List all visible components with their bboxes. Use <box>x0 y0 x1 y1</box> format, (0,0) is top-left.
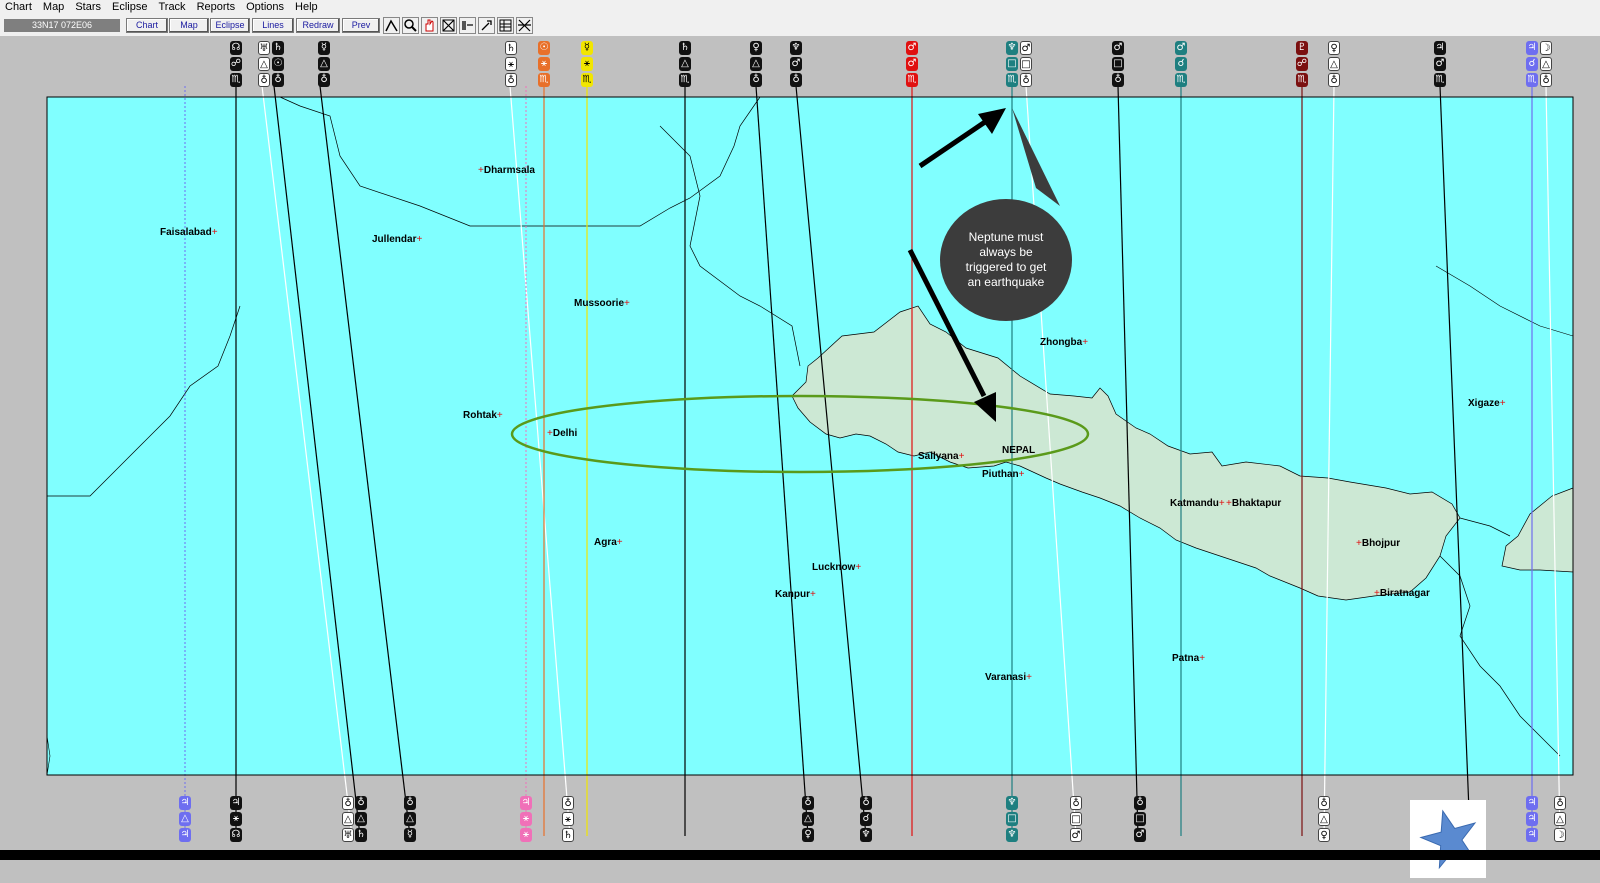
menu-help[interactable]: Help <box>290 0 324 14</box>
crossing-icon[interactable] <box>440 17 457 34</box>
scale-icon[interactable] <box>459 17 476 34</box>
menu-stars[interactable]: Stars <box>70 0 107 14</box>
city-delhi: +Delhi <box>547 428 578 439</box>
map-button[interactable]: Map <box>169 18 209 33</box>
city-katmandu: Katmandu+ <box>1170 498 1225 509</box>
menu-map[interactable]: Map <box>38 0 70 14</box>
city-sallyana: Sallyana+ <box>918 451 965 462</box>
menu-reports[interactable]: Reports <box>192 0 242 14</box>
add-icon[interactable] <box>478 17 495 34</box>
menu-options[interactable]: Options <box>241 0 290 14</box>
city-mussoorie: Mussoorie+ <box>574 298 630 309</box>
star-logo <box>1410 800 1486 878</box>
city-bhaktapur: +Bhaktapur <box>1226 498 1282 509</box>
coordinate-readout: 33N17 072E06 <box>4 19 120 32</box>
line-tool-icon[interactable] <box>383 17 400 34</box>
menu-bar: Chart Map Stars Eclipse Track Reports Op… <box>0 0 1600 14</box>
menu-eclipse[interactable]: Eclipse <box>107 0 153 14</box>
zoom-icon[interactable] <box>402 17 419 34</box>
status-strip <box>0 850 1600 860</box>
chart-button[interactable]: Chart <box>126 18 168 33</box>
menu-chart[interactable]: Chart <box>0 0 38 14</box>
redraw-button[interactable]: Redraw <box>296 18 340 33</box>
city-kanpur: Kanpur+ <box>775 589 816 600</box>
cross-lines-icon[interactable] <box>516 17 533 34</box>
city-jullendar: Jullendar+ <box>372 234 423 245</box>
toolbar: 33N17 072E06 Chart Map Eclipse Lines Red… <box>0 14 1600 36</box>
city-piuthan: Piuthan+ <box>982 469 1025 480</box>
city-bhojpur: +Bhojpur <box>1356 538 1401 549</box>
menu-track[interactable]: Track <box>153 0 191 14</box>
city-xigaze: Xigaze+ <box>1468 398 1506 409</box>
city-agra: Agra+ <box>594 537 623 548</box>
city-faisalabad: Faisalabad+ <box>160 227 218 238</box>
city-rohtak: Rohtak+ <box>463 410 503 421</box>
neptune-callout: Neptune must always be triggered to get … <box>940 199 1072 321</box>
lines-button[interactable]: Lines <box>252 18 294 33</box>
city-patna: Patna+ <box>1172 653 1206 664</box>
grid-icon[interactable] <box>497 17 514 34</box>
city-zhongba: Zhongba+ <box>1040 337 1089 348</box>
city-biratnagar: +Biratnagar <box>1374 588 1430 599</box>
star-icon <box>1419 809 1477 870</box>
country-nepal: NEPAL <box>1002 445 1036 456</box>
callout-text: Neptune must always be triggered to get … <box>965 230 1047 289</box>
city-lucknow: Lucknow+ <box>812 562 862 573</box>
city-dharmsala: +Dharmsala <box>478 165 535 176</box>
map-canvas[interactable] <box>0 36 1600 860</box>
city-varanasi: Varanasi+ <box>985 672 1032 683</box>
map-view[interactable]: +Dharmsala Faisalabad+ Jullendar+ Mussoo… <box>0 36 1600 878</box>
eclipse-button[interactable]: Eclipse <box>210 18 250 33</box>
hand-icon[interactable] <box>421 17 438 34</box>
prev-button[interactable]: Prev <box>342 18 380 33</box>
